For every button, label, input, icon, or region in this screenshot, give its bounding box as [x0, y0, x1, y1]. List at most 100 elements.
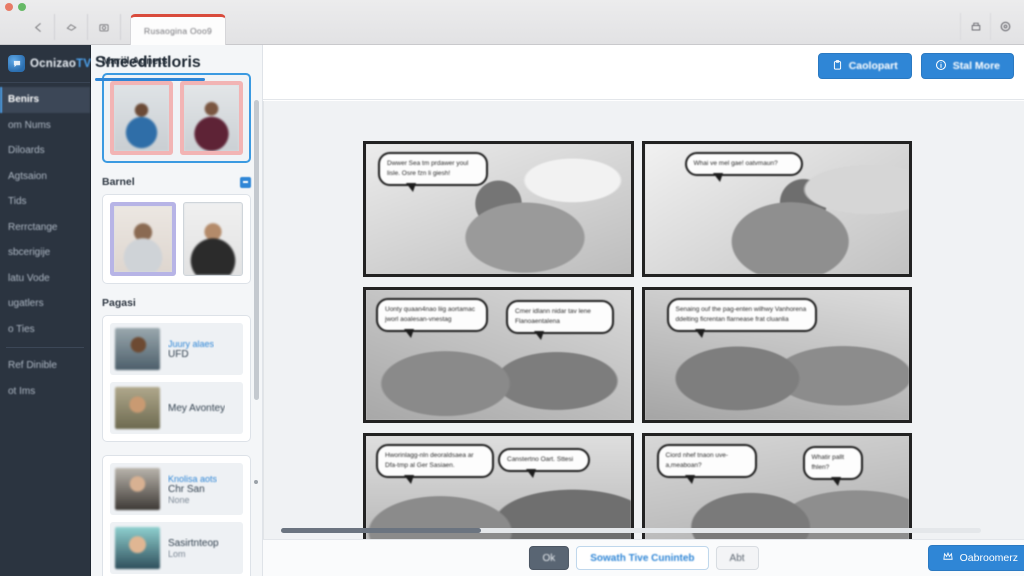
ok-button-label: Ok [542, 553, 555, 564]
sidebar-divider [6, 347, 84, 348]
sidebar-item-1[interactable]: om Nums [0, 113, 90, 139]
list-item[interactable]: Sasirtnteop Lom [110, 522, 243, 574]
character-thumb-2[interactable] [180, 81, 243, 155]
panel-scrollbar[interactable] [254, 100, 259, 400]
speech-bubble[interactable]: Cmer idlann nidar tav lene Flanoaentalen… [506, 300, 614, 334]
avatar [115, 328, 160, 370]
sidebar-item-4[interactable]: Tids [0, 189, 90, 215]
sidebar-item-label: Rerrctange [8, 222, 57, 233]
sidebar-footer-item-0[interactable]: Ref Dinible [0, 353, 90, 379]
minus-icon[interactable] [240, 177, 251, 188]
main-footer: Ok Sowath Tive Cuninteb Abt Oabroomerz [263, 539, 1024, 576]
speech-bubble[interactable]: Dwwer Sea tm prdawer youl lisle. Osre fz… [378, 152, 488, 186]
panel-scroll-end-dot [254, 480, 258, 484]
character-card-selected[interactable] [102, 73, 251, 163]
browser-tab[interactable]: Rusaogina Ooo9 [130, 14, 226, 45]
avatar [115, 527, 160, 569]
sidebar-item-label: Diloards [8, 145, 45, 156]
sidebar-item-0[interactable]: Benirs [0, 87, 90, 113]
sidebar-item-8[interactable]: ugatlers [0, 291, 90, 317]
comic-panel-3[interactable]: Uonty quaan4nao liig aortamac jworl aoal… [363, 287, 634, 423]
panel-section-label: Barnel [102, 176, 135, 188]
sidebar-item-6[interactable]: sbcerigije [0, 240, 90, 266]
comic-stage: Dwwer Sea tm prdawer youl lisle. Osre fz… [263, 101, 1024, 576]
character-thumb-3[interactable] [110, 202, 176, 276]
abt-button-label: Abt [730, 553, 745, 564]
list-item-sub: Lom [168, 549, 219, 559]
list-item[interactable]: Juury alaes UFD [110, 323, 243, 375]
oabroomerz-button-label: Oabroomerz [960, 552, 1018, 564]
sidebar-footer-item-1[interactable]: ot Ims [0, 379, 90, 405]
sidebar-item-5[interactable]: Rerrctange [0, 215, 90, 241]
comic-panel-1[interactable]: Dwwer Sea tm prdawer youl lisle. Osre fz… [363, 141, 634, 277]
list-item-title: Chr San [168, 484, 217, 495]
list-item-title: Sasirtnteop [168, 538, 219, 549]
camera-icon[interactable] [88, 14, 121, 40]
caolopart-button[interactable]: Caolopart [818, 53, 912, 79]
close-window-dot[interactable] [5, 3, 13, 11]
window-traffic-lights [5, 3, 26, 11]
sidebar-item-label: sbcerigije [8, 247, 50, 258]
sidebar-item-label: Ref Dinible [8, 360, 57, 371]
browser-chrome: Rusaogina Ooo9 [0, 0, 1024, 45]
list-item-link[interactable]: Juury alaes [168, 339, 214, 349]
stage-left-edge [263, 101, 264, 576]
speech-bubble[interactable]: Whatir pallt fhlen? [803, 446, 863, 480]
sidebar-item-7[interactable]: latu Vode [0, 266, 90, 292]
main-region: Smeedintloris Caolopart Stal More [263, 45, 1024, 576]
forward-icon[interactable] [55, 14, 88, 40]
sowath-button-label: Sowath Tive Cuninteb [590, 553, 694, 564]
speech-bubble[interactable]: Canstertno Oart. Sttesi [498, 448, 590, 472]
brand-primary: Ocnizao [30, 58, 76, 70]
list-item-sub: None [168, 495, 217, 505]
abt-button[interactable]: Abt [716, 546, 759, 570]
ok-button[interactable]: Ok [528, 546, 569, 570]
sidebar-item-label: ot Ims [8, 386, 35, 397]
application-window: OcnizaoTV Benirs om Nums Diloards Agtsai… [0, 45, 1024, 576]
speech-bubble[interactable]: Whai ve mel gae! oatvmaun? [685, 152, 803, 176]
speech-bubble[interactable]: Hworinlagg-nln deoraldsaea ar Dfa-tmp al… [376, 444, 494, 478]
panel-section-heading-2: Pagasi [102, 297, 251, 309]
list-card-b: Knolisa aots Chr San None Sasirtnteop Lo… [102, 455, 251, 576]
back-icon[interactable] [22, 14, 55, 40]
list-item[interactable]: Knolisa aots Chr San None [110, 463, 243, 515]
sidebar-item-label: Tids [8, 196, 27, 207]
speech-bubble[interactable]: Ciord nhef tnaon uve-a,meaboan? [657, 444, 757, 478]
sidebar-item-label: Agtsaion [8, 171, 47, 182]
avatar [115, 387, 160, 429]
crown-icon [942, 551, 954, 565]
sidebar-item-label: ugatlers [8, 298, 44, 309]
print-icon[interactable] [960, 13, 990, 40]
footer-actions: Ok Sowath Tive Cuninteb Abt [528, 546, 758, 570]
character-thumb-1[interactable] [110, 81, 173, 155]
settings-icon[interactable] [990, 13, 1020, 40]
brand[interactable]: OcnizaoTV [0, 45, 90, 83]
stal-more-button-label: Stal More [953, 60, 1000, 72]
list-item-link[interactable]: Knolisa aots [168, 474, 217, 484]
page-title-underline [95, 78, 205, 81]
browser-tab-label: Rusaogina Ooo9 [144, 26, 212, 36]
brand-label: OcnizaoTV [30, 58, 91, 70]
horizontal-scrollbar[interactable] [281, 528, 981, 533]
character-thumb-4[interactable] [183, 202, 243, 276]
speech-bubble[interactable]: Uonty quaan4nao liig aortamac jworl aoal… [376, 298, 488, 332]
sidebar-item-3[interactable]: Agtsaion [0, 164, 90, 190]
sidebar: OcnizaoTV Benirs om Nums Diloards Agtsai… [0, 45, 91, 576]
speech-bubble[interactable]: Senaing ouf the pag-enten wilhwy Vanhore… [667, 298, 817, 332]
stal-more-button[interactable]: Stal More [921, 53, 1014, 79]
sidebar-item-2[interactable]: Diloards [0, 138, 90, 164]
comic-panel-2[interactable]: Whai ve mel gae! oatvmaun? [642, 141, 913, 277]
character-card-second[interactable] [102, 194, 251, 284]
clipboard-icon [832, 59, 843, 74]
comic-panel-4[interactable]: Senaing ouf the pag-enten wilhwy Vanhore… [642, 287, 913, 423]
sidebar-item-label: Benirs [8, 94, 39, 105]
horizontal-scrollbar-thumb[interactable] [281, 528, 481, 533]
sidebar-item-9[interactable]: o Ties [0, 317, 90, 343]
oabroomerz-button[interactable]: Oabroomerz [928, 545, 1024, 571]
maximize-window-dot[interactable] [18, 3, 26, 11]
caolopart-button-label: Caolopart [849, 60, 898, 72]
sidebar-item-label: latu Vode [8, 273, 50, 284]
sowath-tive-cuninteb-button[interactable]: Sowath Tive Cuninteb [576, 546, 708, 570]
list-item[interactable]: Mey Avontey [110, 382, 243, 434]
browser-right-tools [960, 13, 1020, 40]
